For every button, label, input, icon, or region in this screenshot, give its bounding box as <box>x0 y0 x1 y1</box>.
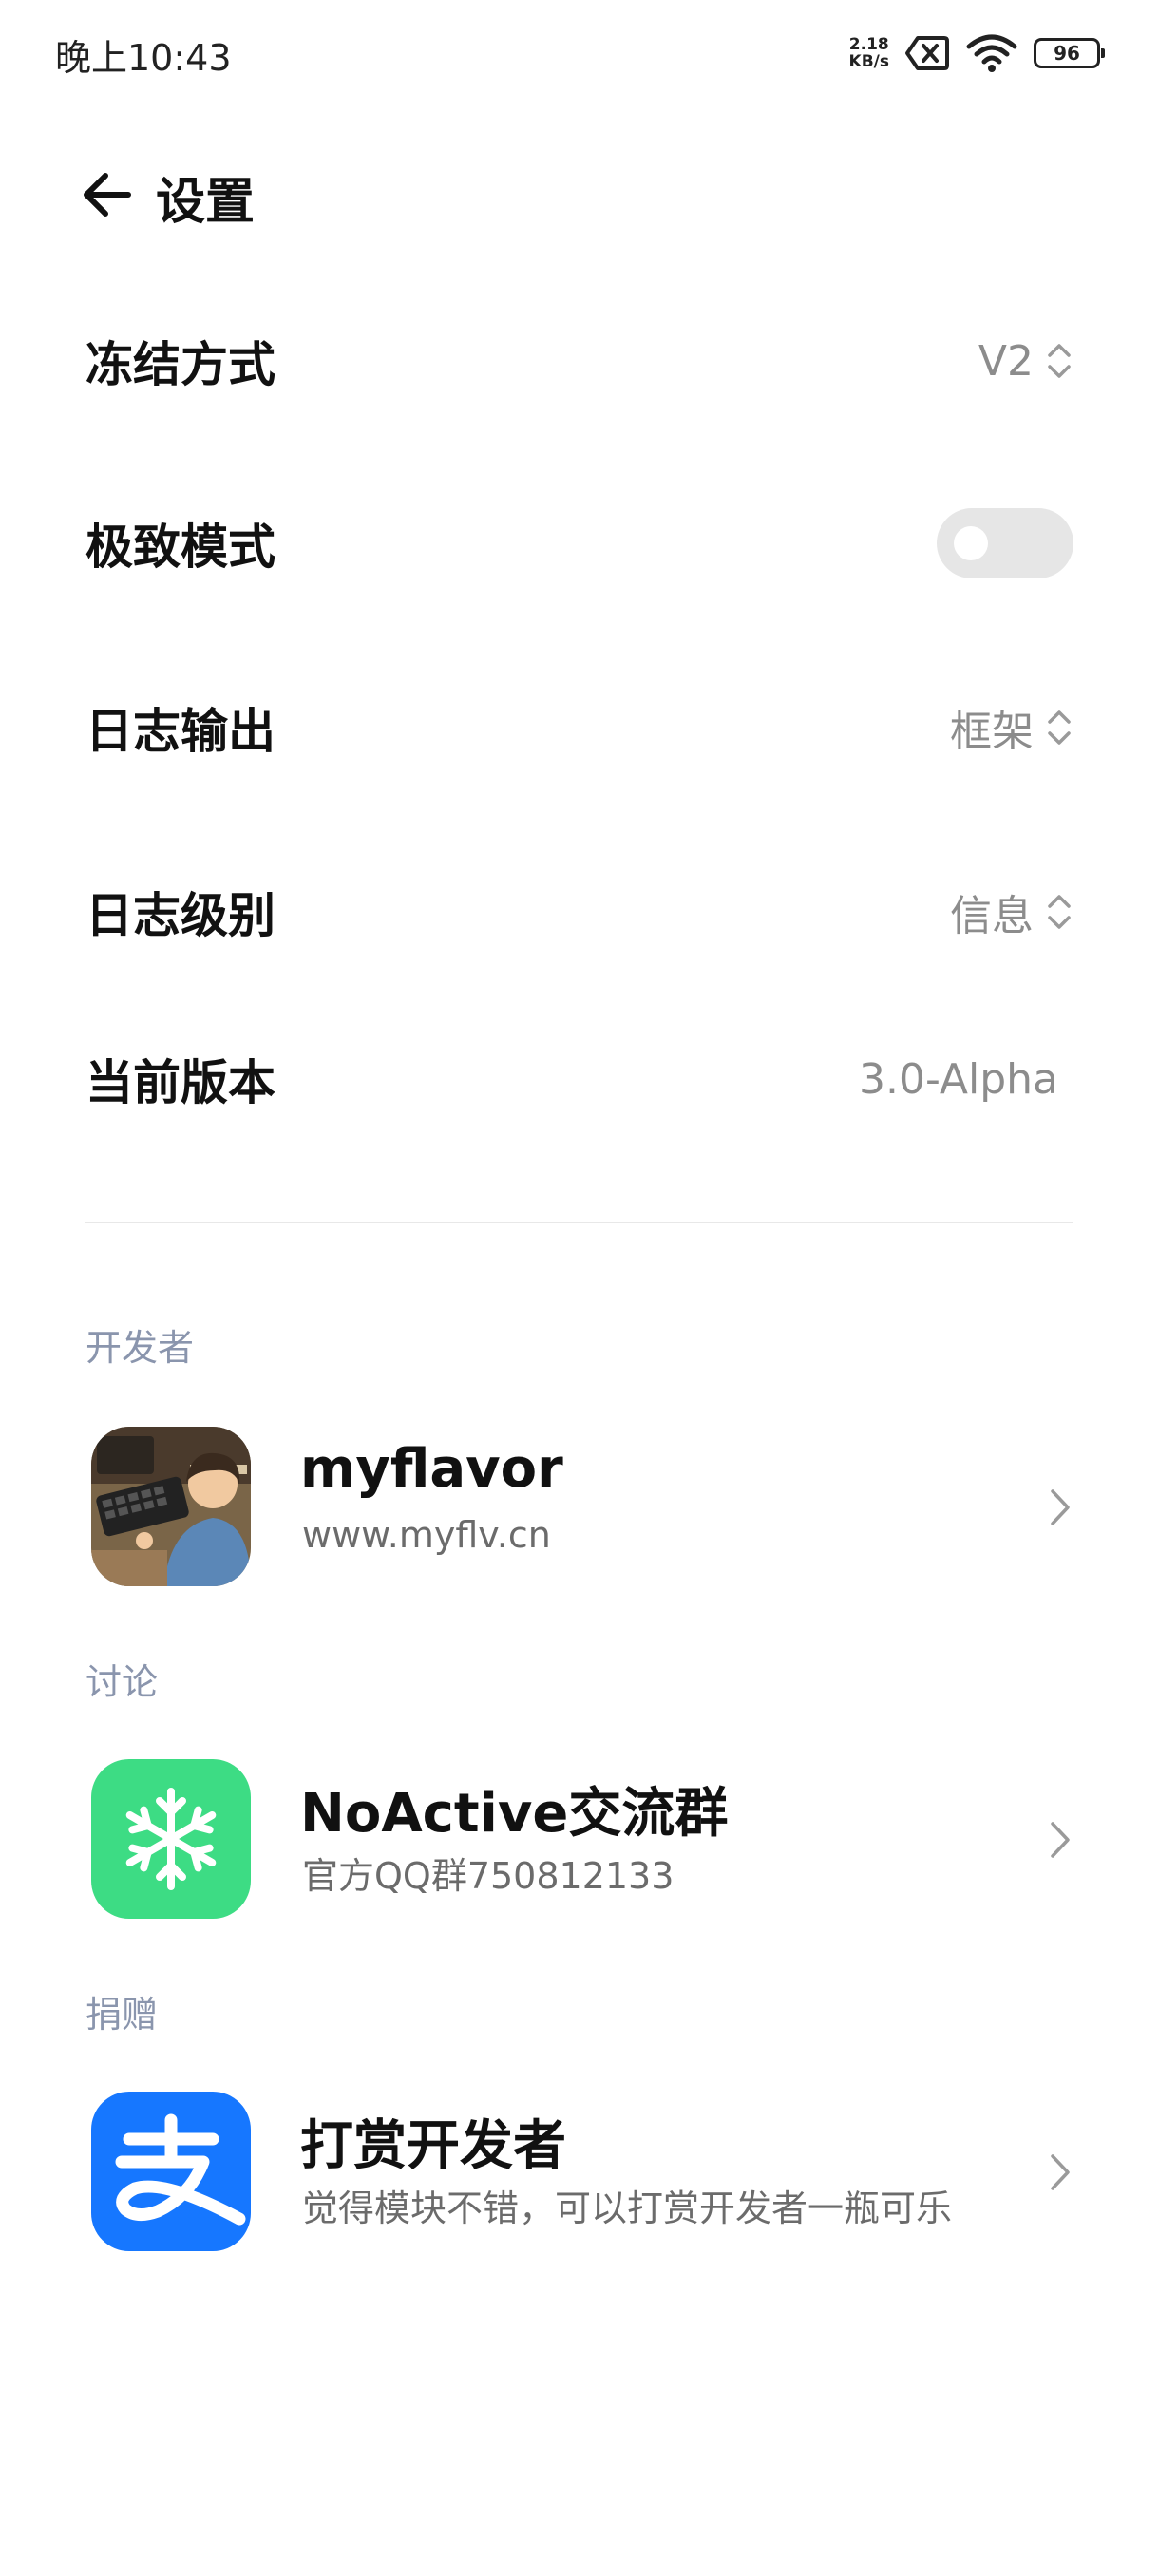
log-output-row[interactable]: 日志输出 框架 <box>86 661 1074 794</box>
up-down-chevron-icon <box>1048 344 1071 378</box>
discussion-item[interactable]: NoActive交流群 官方QQ群750812133 <box>86 1755 1074 1923</box>
donate-description: 觉得模块不错，可以打赏开发者一瓶可乐 <box>302 2188 953 2229</box>
current-version-label: 当前版本 <box>86 1055 276 1110</box>
top-app-bar: 设置 <box>0 142 1159 247</box>
wifi-icon <box>966 34 1017 72</box>
group-description: 官方QQ群750812133 <box>302 1855 674 1897</box>
log-output-label: 日志输出 <box>86 704 276 759</box>
battery-level: 96 <box>1054 42 1080 65</box>
group-name: NoActive交流群 <box>300 1783 729 1845</box>
log-output-value: 框架 <box>950 708 1034 756</box>
donate-title: 打赏开发者 <box>300 2115 566 2177</box>
status-icons: 2.18 KB/s 96 <box>849 32 1105 74</box>
extreme-mode-label: 极致模式 <box>86 520 276 575</box>
current-version-row: 当前版本 3.0-Alpha <box>86 1013 1074 1146</box>
divider <box>86 1222 1074 1223</box>
developer-item[interactable]: myflavor www.myflv.cn <box>86 1423 1074 1590</box>
battery-icon: 96 <box>1034 38 1105 68</box>
developer-name: myflavor <box>300 1438 563 1500</box>
section-title-donate: 捐赠 <box>86 1994 159 2036</box>
chevron-right-icon <box>1051 1822 1070 1858</box>
freeze-mode-selector[interactable]: V2 <box>978 337 1074 386</box>
network-speed-value: 2.18 <box>848 35 889 54</box>
freeze-mode-value: V2 <box>978 336 1034 386</box>
chevron-right-icon <box>1051 1489 1070 1525</box>
freeze-mode-label: 冻结方式 <box>86 337 276 392</box>
log-output-selector[interactable]: 框架 <box>950 697 1074 758</box>
extreme-mode-row[interactable]: 极致模式 <box>86 477 1074 610</box>
section-title-discussion: 讨论 <box>86 1661 159 1703</box>
up-down-chevron-icon <box>1048 895 1071 929</box>
chevron-right-icon <box>1051 2154 1070 2190</box>
up-down-chevron-icon <box>1048 710 1071 745</box>
developer-website: www.myflv.cn <box>302 1514 551 1556</box>
page-title: 设置 <box>156 174 256 231</box>
status-bar: 晚上10:43 2.18 KB/s 96 <box>0 0 1159 104</box>
network-speed: 2.18 KB/s <box>849 36 889 70</box>
freeze-mode-row[interactable]: 冻结方式 V2 <box>86 294 1074 427</box>
section-title-developer: 开发者 <box>86 1327 195 1369</box>
extreme-mode-toggle[interactable] <box>937 508 1074 578</box>
log-level-label: 日志级别 <box>86 888 276 943</box>
arrow-left-icon <box>84 173 131 217</box>
sim-error-icon <box>905 36 949 70</box>
back-button[interactable] <box>76 163 139 226</box>
current-version-value: 3.0-Alpha <box>859 1054 1058 1104</box>
toggle-knob <box>954 526 988 560</box>
alipay-icon <box>91 2092 251 2251</box>
donate-item[interactable]: 打赏开发者 觉得模块不错，可以打赏开发者一瓶可乐 <box>86 2088 1074 2255</box>
log-level-row[interactable]: 日志级别 信息 <box>86 845 1074 978</box>
noactive-app-icon <box>91 1759 251 1919</box>
log-level-selector[interactable]: 信息 <box>950 881 1074 942</box>
status-time: 晚上10:43 <box>55 37 232 79</box>
network-speed-unit: KB/s <box>848 52 889 71</box>
log-level-value: 信息 <box>950 892 1034 940</box>
developer-avatar <box>91 1427 251 1586</box>
